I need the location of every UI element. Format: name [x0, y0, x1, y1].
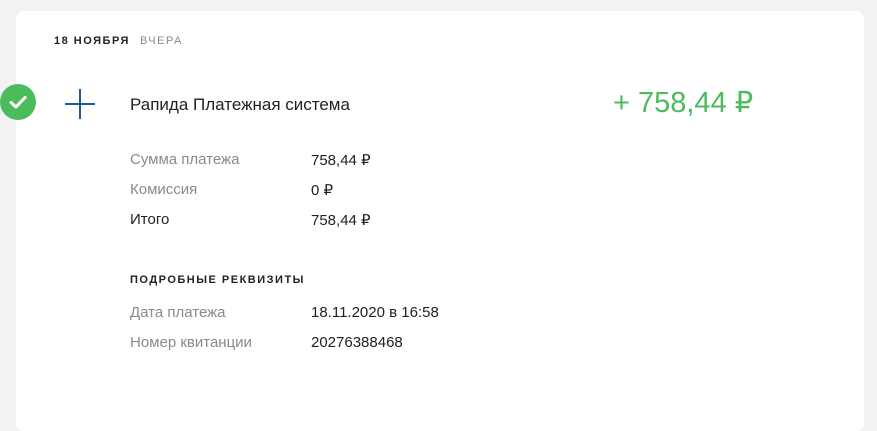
- operation-title: Рапида Платежная система: [130, 95, 350, 114]
- detail-label: Сумма платежа: [130, 151, 240, 168]
- detail-label: Комиссия: [130, 181, 198, 198]
- detail-value: 0 ₽: [311, 182, 334, 199]
- operation-amount: + 758,44 ₽: [613, 87, 754, 119]
- relative-date: ВЧЕРА: [139, 35, 183, 47]
- requisite-value: 18.11.2020 в 16:58: [311, 304, 439, 321]
- requisite-value: 20276388468: [311, 334, 403, 351]
- detail-value: 758,44 ₽: [311, 152, 371, 169]
- detail-value: 758,44 ₽: [311, 212, 371, 229]
- operation-card: 18 НОЯБРЯ ВЧЕРА Рапида Платежная система …: [0, 11, 864, 431]
- detail-label: Итого: [130, 211, 170, 228]
- requisite-label: Номер квитанции: [130, 334, 252, 351]
- checkmark-icon: [0, 84, 36, 120]
- operation-date: 18 НОЯБРЯ: [54, 35, 130, 47]
- requisites-title: ПОДРОБНЫЕ РЕКВИЗИТЫ: [130, 274, 305, 286]
- date-header: 18 НОЯБРЯ ВЧЕРА: [54, 35, 183, 47]
- plus-icon: [64, 88, 96, 120]
- requisite-label: Дата платежа: [130, 304, 226, 321]
